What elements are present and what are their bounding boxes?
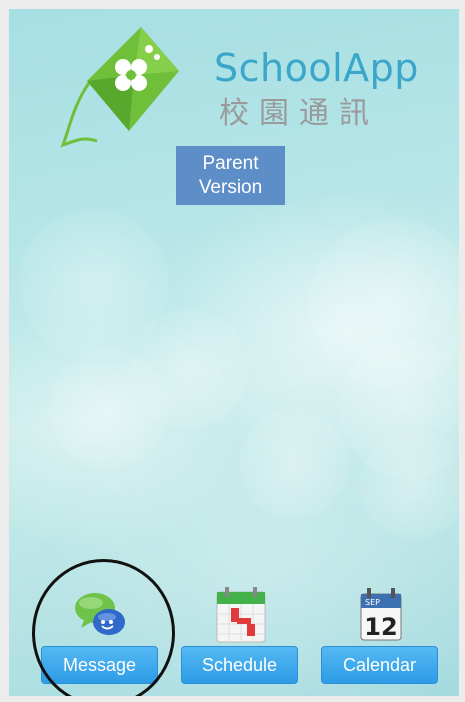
message-bubbles-icon (75, 593, 125, 635)
calendar-day: 12 (364, 613, 397, 641)
calendar-button[interactable]: Calendar (321, 646, 438, 684)
app-logo: SchoolApp 校園通訊 (49, 19, 418, 149)
background-bokeh (239, 409, 349, 519)
calendar-month: SEP (365, 598, 380, 607)
schedule-button[interactable]: Schedule (181, 646, 298, 684)
nav-message[interactable]: Message (41, 584, 161, 684)
kite-logo-icon (60, 27, 179, 148)
home-screen: SchoolApp 校園通訊 Parent Version Message Sc… (9, 9, 459, 696)
nav-calendar[interactable]: SEP 12 Calendar (321, 584, 441, 684)
version-line2: Version (198, 176, 263, 198)
nav-schedule[interactable]: Schedule (181, 584, 301, 684)
version-badge: Parent Version (176, 146, 285, 205)
app-subtitle: 校園通訊 (219, 96, 379, 131)
schedule-calendar-icon (216, 587, 266, 643)
calendar-date-icon: SEP 12 (360, 588, 402, 641)
app-title: SchoolApp (214, 46, 419, 90)
app-frame: SchoolApp 校園通訊 Parent Version Message Sc… (0, 0, 465, 702)
version-line1: Parent (202, 152, 259, 174)
background-bokeh (49, 349, 169, 469)
background-bokeh (359, 429, 459, 539)
message-button[interactable]: Message (41, 646, 158, 684)
